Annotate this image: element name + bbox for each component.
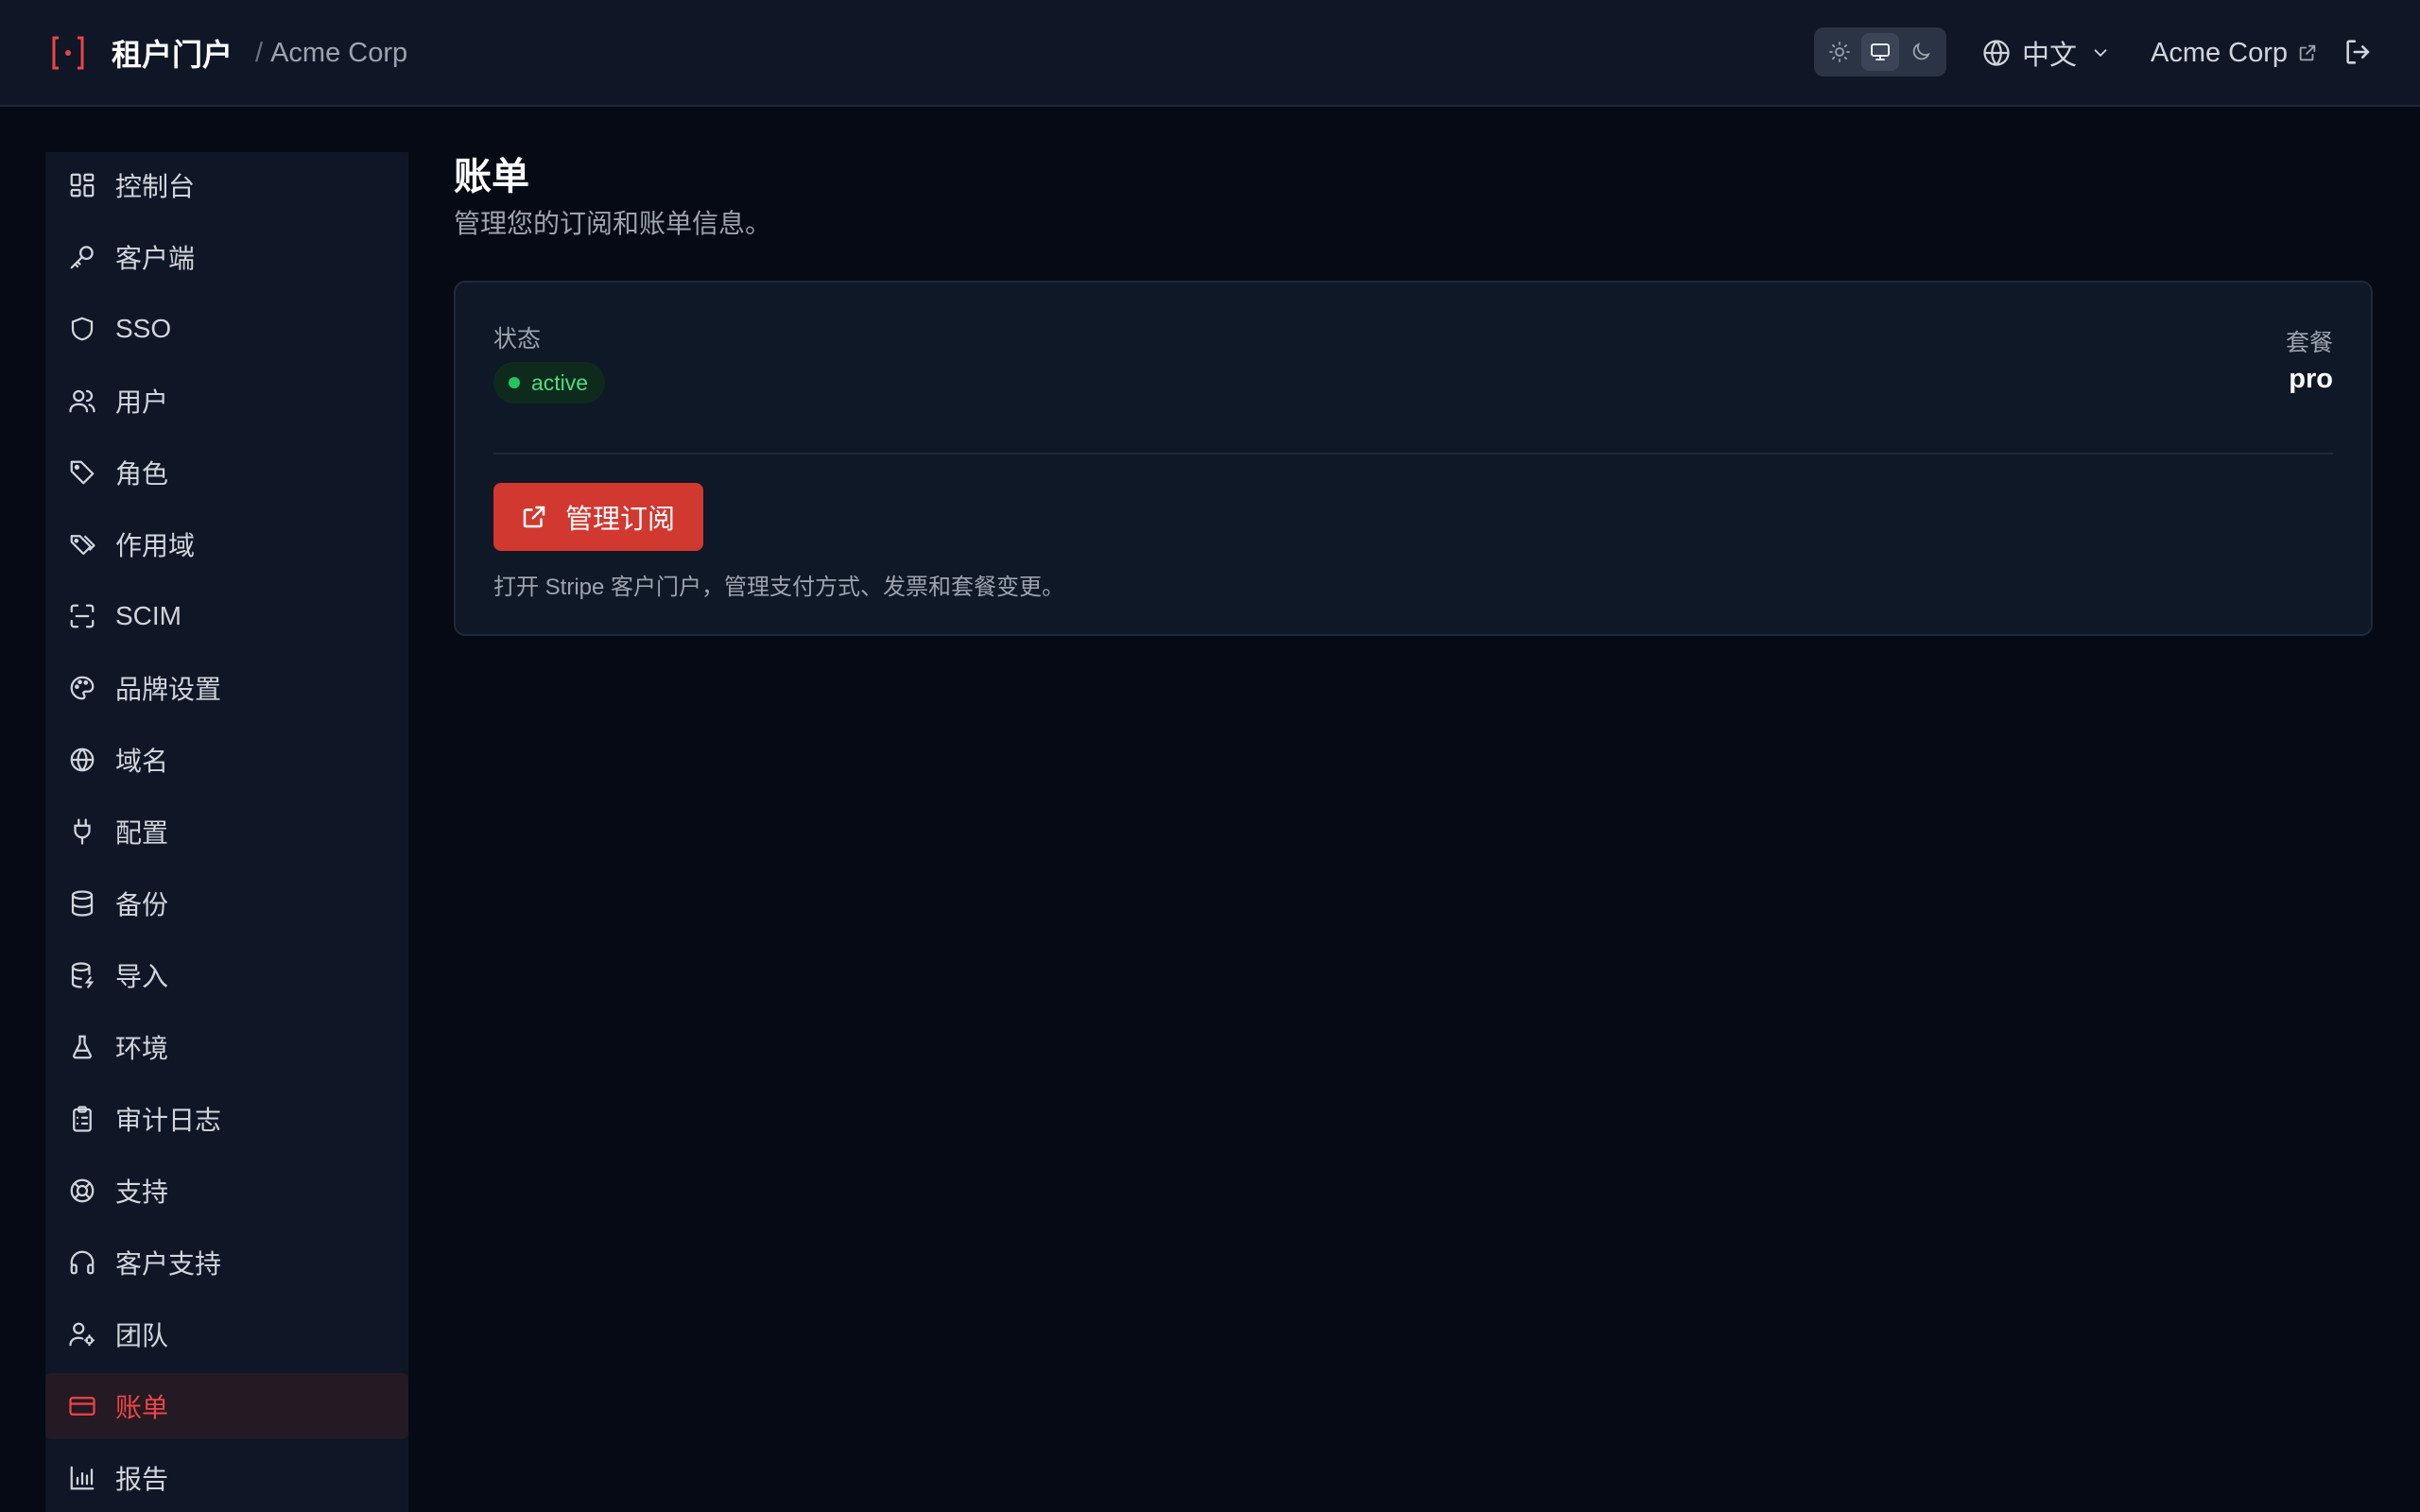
headphones-icon: [70, 1250, 95, 1275]
flask-icon: [73, 1035, 92, 1059]
sun-icon: [1829, 42, 1851, 62]
sidebar-item-scopes[interactable]: 作用域: [45, 511, 408, 577]
sidebar-item-label: 角色: [115, 459, 169, 489]
tag-icon: [70, 460, 95, 485]
theme-light-button[interactable]: [1821, 33, 1858, 71]
sidebar-item-audit-log[interactable]: 审计日志: [45, 1086, 408, 1152]
sidebar-item-label: 客户端: [115, 244, 196, 273]
database-icon: [71, 890, 94, 917]
status-value: active: [531, 369, 589, 395]
sidebar-item-label: 品牌设置: [115, 675, 222, 704]
sidebar-item-clients[interactable]: 客户端: [45, 224, 408, 290]
moon-icon: [1912, 43, 1930, 60]
breadcrumb-separator: /: [255, 37, 264, 68]
manage-subscription-label: 管理订阅: [565, 505, 676, 535]
language-label: 中文: [2022, 41, 2078, 71]
users-icon: [69, 389, 95, 413]
sidebar-item-label: 团队: [115, 1321, 169, 1350]
scan-icon: [70, 604, 95, 628]
monitor-icon: [1871, 43, 1890, 60]
database-import-icon: [71, 962, 95, 988]
external-link-icon: [2299, 44, 2316, 61]
stripe-portal-note: 打开 Stripe 客户门户，管理支付方式、发票和套餐变更。: [493, 575, 1065, 600]
sidebar-item-label: 支持: [115, 1177, 169, 1207]
sidebar-item-label: 控制台: [115, 172, 196, 201]
breadcrumb-org: Acme Corp: [270, 37, 408, 68]
sidebar-item-customer-support[interactable]: 客户支持: [45, 1229, 408, 1296]
language-selector[interactable]: 中文: [1982, 0, 2111, 106]
sidebar-item-branding[interactable]: 品牌设置: [45, 655, 408, 721]
card-divider: [493, 453, 2333, 455]
status-badge: active: [493, 362, 606, 404]
theme-system-button[interactable]: [1860, 33, 1899, 71]
credit-card-icon: [69, 1397, 95, 1416]
sidebar-item-label: 作用域: [115, 531, 196, 560]
sidebar-item-team[interactable]: 团队: [45, 1301, 408, 1367]
sidebar-item-label: 导入: [115, 962, 169, 991]
sidebar-item-label: SSO: [115, 314, 172, 343]
bar-chart-icon: [70, 1466, 95, 1490]
billing-card: 状态 active 套餐 pro 管理订阅 打开 Stripe 客户门户，管理支…: [454, 281, 2373, 636]
sidebar-item-scim[interactable]: SCIM: [45, 583, 408, 649]
tags-icon: [70, 535, 95, 556]
brand[interactable]: 租户门户 / Acme Corp: [49, 0, 407, 106]
plug-icon: [74, 818, 91, 845]
status-dot-icon: [509, 377, 520, 388]
sidebar-item-backup[interactable]: 备份: [45, 870, 408, 936]
sidebar: 控制台 客户端 SSO 用户 角色 作用域 SCIM 品牌设置 域名 配置 备份: [45, 152, 408, 1512]
sidebar-item-label: 用户: [115, 387, 169, 417]
org-link-label: Acme Corp: [2151, 37, 2289, 68]
sidebar-item-label: 域名: [115, 747, 169, 776]
sidebar-item-environment[interactable]: 环境: [45, 1014, 408, 1080]
external-link-icon: [523, 506, 545, 528]
sidebar-item-label: 账单: [115, 1393, 169, 1422]
sidebar-item-label: 审计日志: [115, 1106, 222, 1135]
sidebar-item-support[interactable]: 支持: [45, 1158, 408, 1224]
page-subtitle: 管理您的订阅和账单信息。: [454, 209, 772, 238]
life-buoy-icon: [70, 1178, 95, 1203]
sidebar-item-billing[interactable]: 账单: [45, 1373, 408, 1439]
sidebar-item-roles[interactable]: 角色: [45, 439, 408, 506]
sidebar-item-label: 环境: [115, 1034, 169, 1063]
globe-icon: [1983, 40, 2010, 66]
sidebar-item-label: 报告: [115, 1465, 169, 1494]
sidebar-item-sso[interactable]: SSO: [45, 296, 408, 362]
logout-icon[interactable]: [2342, 36, 2375, 68]
status-label: 状态: [493, 326, 542, 352]
sidebar-item-import[interactable]: 导入: [45, 942, 408, 1008]
sidebar-item-label: 配置: [115, 818, 169, 848]
sidebar-item-label: 备份: [115, 890, 169, 919]
sidebar-item-dashboard[interactable]: 控制台: [45, 152, 408, 218]
palette-icon: [70, 676, 95, 700]
app-title: 租户门户: [112, 38, 233, 72]
theme-dark-button[interactable]: [1902, 33, 1940, 71]
main-content: 账单 管理您的订阅和账单信息。 状态 active 套餐 pro 管理订阅 打开…: [454, 152, 2373, 636]
sidebar-item-reports[interactable]: 报告: [45, 1445, 408, 1511]
shield-icon: [71, 317, 94, 341]
plan-label: 套餐: [2285, 330, 2333, 356]
sidebar-item-config[interactable]: 配置: [45, 799, 408, 865]
clipboard-list-icon: [73, 1106, 92, 1132]
sidebar-item-label: SCIM: [115, 601, 182, 630]
layout-dashboard-icon: [70, 173, 95, 198]
top-header: 租户门户 / Acme Corp 中文 Acme Corp: [0, 0, 2420, 107]
manage-subscription-button[interactable]: 管理订阅: [493, 483, 704, 551]
theme-toggle: [1814, 27, 1946, 77]
page-title: 账单: [454, 156, 529, 198]
globe-icon: [70, 747, 95, 772]
plan-value: pro: [2289, 364, 2333, 394]
sidebar-item-users[interactable]: 用户: [45, 368, 408, 434]
logo-icon: [52, 36, 84, 70]
user-cog-icon: [69, 1322, 95, 1347]
sidebar-item-label: 客户支持: [115, 1249, 222, 1279]
chevron-down-icon: [2094, 49, 2107, 58]
org-external-link[interactable]: Acme Corp: [2151, 0, 2318, 106]
key-icon: [70, 246, 94, 269]
sidebar-item-domains[interactable]: 域名: [45, 727, 408, 793]
